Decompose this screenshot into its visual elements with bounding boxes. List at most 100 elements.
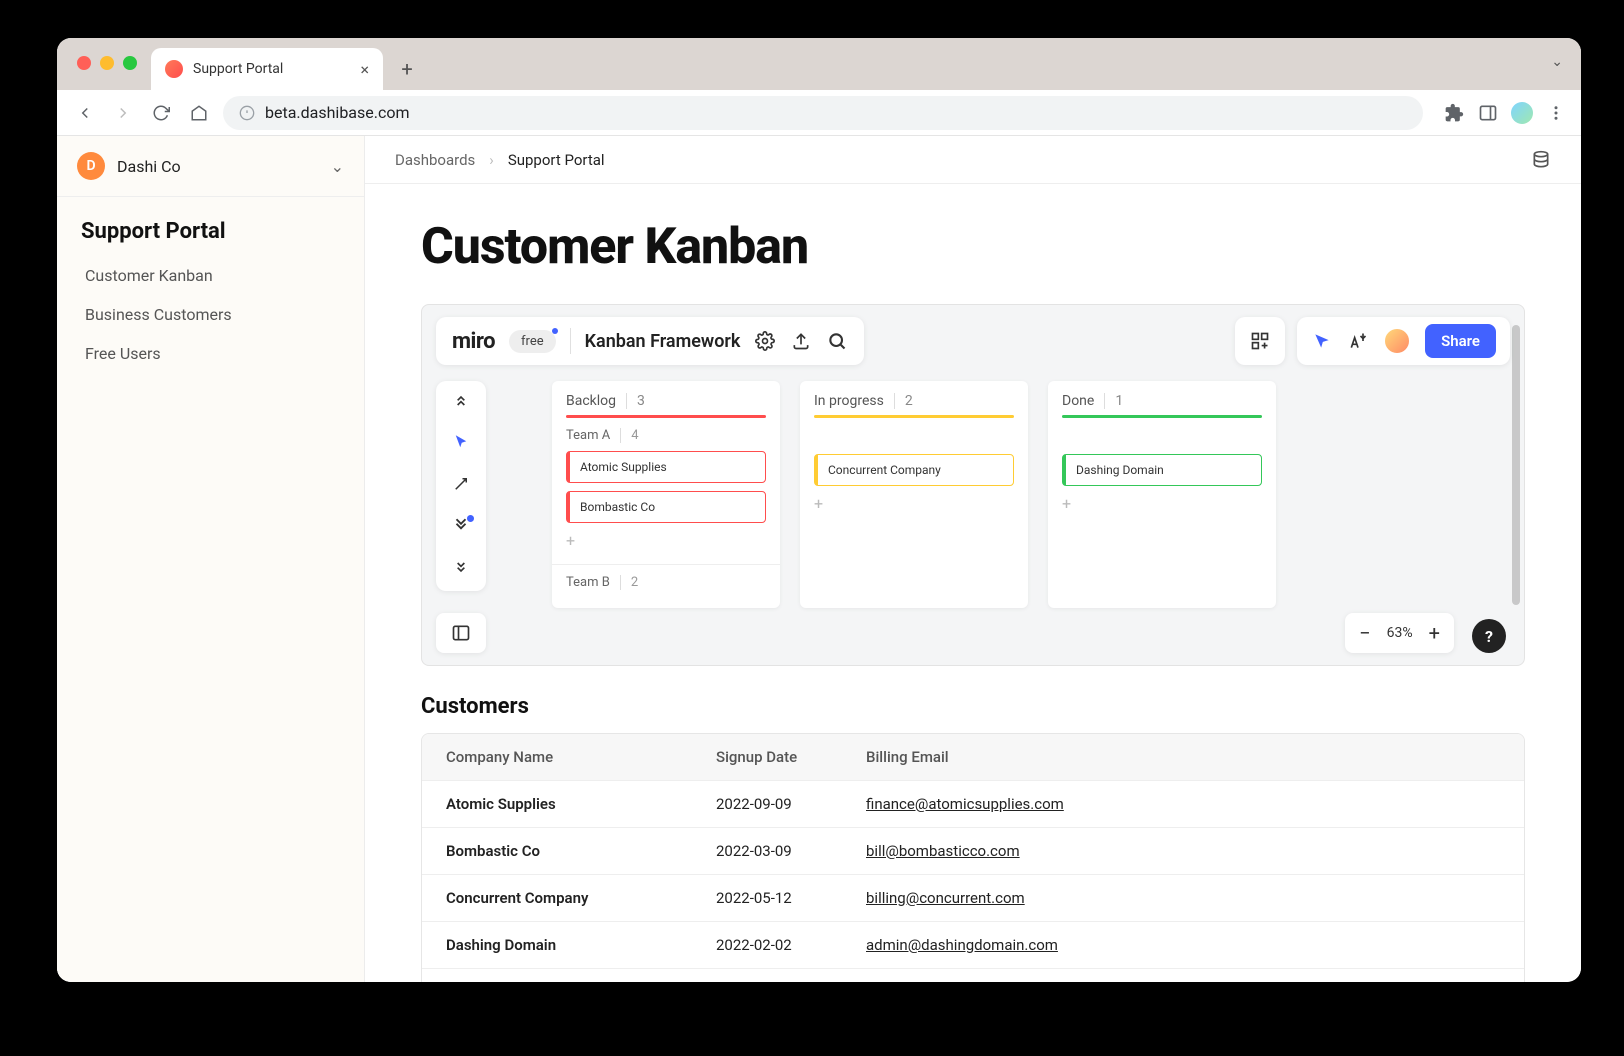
email-cell[interactable]: finance@atomicsupplies.com — [866, 795, 1500, 813]
gear-icon[interactable] — [754, 330, 776, 352]
sidebar-item-customer-kanban[interactable]: Customer Kanban — [57, 256, 364, 295]
email-cell[interactable]: billing@concurrent.com — [866, 889, 1500, 907]
scrollbar[interactable] — [1512, 325, 1520, 605]
minimize-window-button[interactable] — [100, 56, 114, 70]
miro-plan-badge[interactable]: free — [509, 330, 556, 353]
kanban-card[interactable]: Concurrent Company — [814, 454, 1014, 486]
date-cell: 2022-05-12 — [716, 889, 866, 907]
miro-collab-pill: Share — [1297, 317, 1510, 365]
line-tool-icon[interactable] — [452, 475, 470, 497]
add-card-button[interactable]: + — [1062, 494, 1262, 513]
kanban-card[interactable]: Atomic Supplies — [566, 451, 766, 483]
email-cell[interactable]: admin@dashingdomain.com — [866, 936, 1500, 954]
profile-avatar[interactable] — [1511, 102, 1533, 124]
page-content: Customer Kanban miro free Kanban Framewo… — [365, 184, 1581, 982]
sidebar-item-business-customers[interactable]: Business Customers — [57, 295, 364, 334]
maximize-window-button[interactable] — [123, 56, 137, 70]
tabs-dropdown-icon[interactable]: ⌄ — [1551, 54, 1563, 70]
team-label: Team B — [566, 575, 610, 590]
col-email: Billing Email — [866, 748, 1500, 766]
breadcrumb: Dashboards › Support Portal — [365, 136, 1581, 184]
date-cell: 2022-02-02 — [716, 936, 866, 954]
search-icon[interactable] — [826, 330, 848, 352]
breadcrumb-root[interactable]: Dashboards — [395, 151, 475, 169]
new-tab-button[interactable]: + — [389, 51, 425, 87]
col-company: Company Name — [446, 748, 716, 766]
kanban-column-backlog[interactable]: Backlog3 Team A4 Atomic Supplies Bombast… — [552, 381, 780, 608]
add-card-button[interactable]: + — [814, 494, 1014, 513]
site-info-icon — [239, 105, 255, 121]
forward-button[interactable] — [109, 99, 137, 127]
miro-logo: miro — [452, 329, 495, 354]
select-tool-icon[interactable] — [452, 433, 470, 455]
page-title: Customer Kanban — [421, 218, 1525, 276]
kanban-card[interactable]: Bombastic Co — [566, 491, 766, 523]
help-button[interactable]: ? — [1472, 619, 1506, 653]
team-label: Team A — [566, 428, 610, 443]
add-card-button[interactable]: + — [566, 531, 766, 550]
company-cell: Atomic Supplies — [446, 795, 716, 813]
table-row[interactable]: Exciting Electronics 2022-06-12 money@ex… — [422, 968, 1524, 982]
column-accent — [814, 415, 1014, 418]
zoom-in-button[interactable]: + — [1429, 621, 1440, 645]
org-switcher[interactable]: D Dashi Co ⌄ — [57, 136, 364, 197]
database-icon[interactable] — [1531, 150, 1551, 170]
zoom-out-button[interactable]: − — [1359, 621, 1370, 645]
column-title: Done — [1062, 393, 1094, 409]
miro-board-title[interactable]: Kanban Framework — [585, 331, 741, 352]
more-tools-icon[interactable] — [452, 517, 470, 539]
reload-button[interactable] — [147, 99, 175, 127]
miro-board-embed[interactable]: miro free Kanban Framework — [421, 304, 1525, 666]
divider — [570, 328, 571, 354]
cursor-follow-icon[interactable] — [1311, 330, 1333, 352]
sidebar-heading: Support Portal — [57, 197, 364, 256]
column-title: In progress — [814, 393, 884, 409]
table-row[interactable]: Dashing Domain 2022-02-02 admin@dashingd… — [422, 921, 1524, 968]
collapse-up-icon[interactable] — [453, 393, 469, 413]
browser-tab[interactable]: Support Portal × — [151, 48, 383, 90]
table-row[interactable]: Concurrent Company 2022-05-12 billing@co… — [422, 874, 1524, 921]
frames-panel-button[interactable] — [436, 613, 486, 653]
team-count: 4 — [620, 428, 638, 443]
chevron-right-icon: › — [489, 151, 494, 169]
browser-window: Support Portal × + ⌄ beta.dashibase.com … — [57, 38, 1581, 982]
back-button[interactable] — [71, 99, 99, 127]
date-cell: 2022-09-09 — [716, 795, 866, 813]
table-row[interactable]: Bombastic Co 2022-03-09 bill@bombasticco… — [422, 827, 1524, 874]
col-signup: Signup Date — [716, 748, 866, 766]
add-app-icon[interactable] — [1249, 330, 1271, 352]
tab-title: Support Portal — [193, 61, 283, 77]
browser-menu-icon[interactable] — [1545, 102, 1567, 124]
company-cell: Concurrent Company — [446, 889, 716, 907]
collaborator-avatar[interactable] — [1383, 327, 1411, 355]
table-row[interactable]: Atomic Supplies 2022-09-09 finance@atomi… — [422, 780, 1524, 827]
url-bar[interactable]: beta.dashibase.com — [223, 96, 1423, 130]
miro-apps-pill — [1235, 317, 1285, 365]
kanban-board: Backlog3 Team A4 Atomic Supplies Bombast… — [552, 381, 1276, 608]
kanban-card[interactable]: Dashing Domain — [1062, 454, 1262, 486]
sidebar-item-free-users[interactable]: Free Users — [57, 334, 364, 373]
extensions-icon[interactable] — [1443, 102, 1465, 124]
column-accent — [1062, 415, 1262, 418]
collapse-down-icon[interactable] — [453, 559, 469, 579]
reactions-icon[interactable] — [1347, 330, 1369, 352]
close-window-button[interactable] — [77, 56, 91, 70]
zoom-level: 63% — [1387, 625, 1413, 641]
company-cell: Dashing Domain — [446, 936, 716, 954]
home-button[interactable] — [185, 99, 213, 127]
kanban-column-inprogress[interactable]: In progress2 Concurrent Company + — [800, 381, 1028, 608]
org-name: Dashi Co — [117, 157, 181, 176]
email-cell[interactable]: bill@bombasticco.com — [866, 842, 1500, 860]
section-title-customers: Customers — [421, 694, 1525, 719]
app-root: D Dashi Co ⌄ Support Portal Customer Kan… — [57, 136, 1581, 982]
share-button[interactable]: Share — [1425, 324, 1496, 358]
main-content: Dashboards › Support Portal Customer Kan… — [365, 136, 1581, 982]
export-icon[interactable] — [790, 330, 812, 352]
table-header-row: Company Name Signup Date Billing Email — [422, 734, 1524, 780]
side-panel-icon[interactable] — [1477, 102, 1499, 124]
kanban-column-done[interactable]: Done1 Dashing Domain + — [1048, 381, 1276, 608]
breadcrumb-current: Support Portal — [508, 151, 605, 169]
close-tab-button[interactable]: × — [360, 60, 369, 79]
miro-right-controls: Share — [1235, 317, 1510, 365]
browser-tabbar: Support Portal × + ⌄ — [57, 38, 1581, 90]
